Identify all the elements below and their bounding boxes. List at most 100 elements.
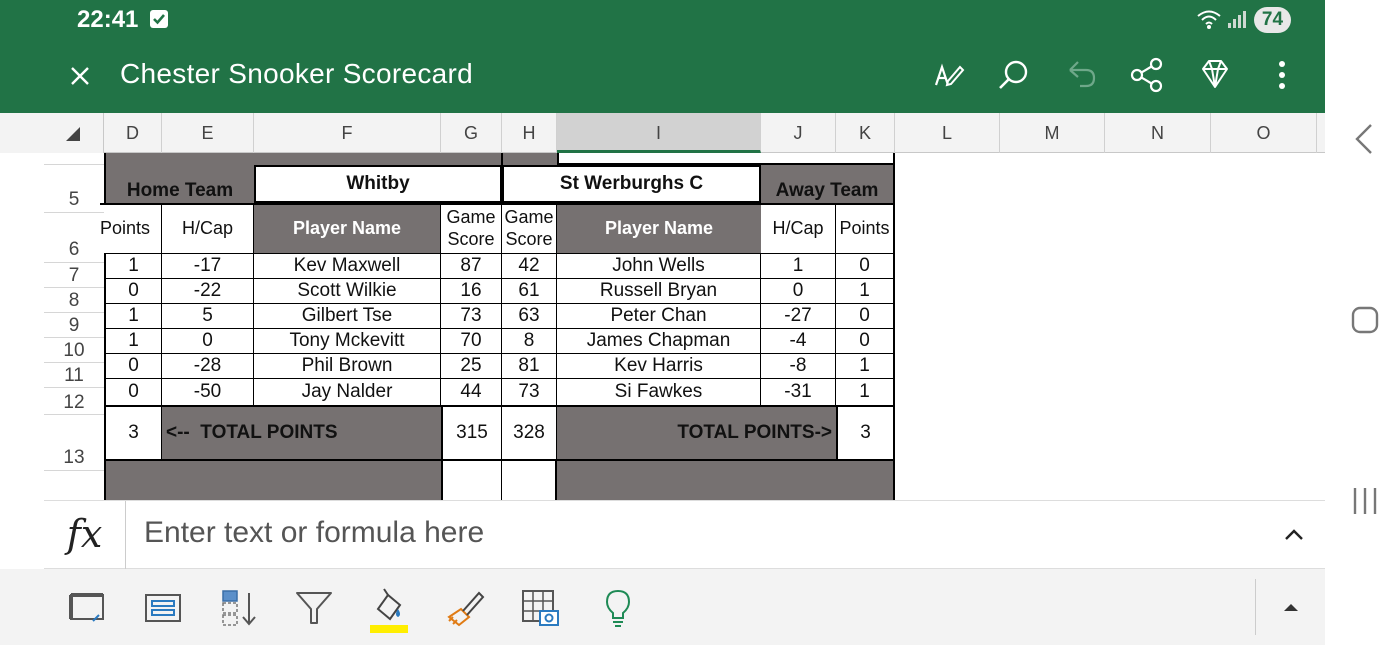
draw-button[interactable]: [928, 55, 968, 95]
header-player-name-left[interactable]: Player Name: [254, 203, 441, 253]
column-header-m[interactable]: M: [1000, 113, 1105, 153]
home-player-name-cell[interactable]: Jay Nalder: [254, 378, 441, 405]
share-button[interactable]: [1127, 55, 1167, 95]
away-points-cell[interactable]: 1: [836, 353, 895, 378]
column-header-g[interactable]: G: [441, 113, 502, 153]
home-team-name[interactable]: Whitby: [254, 165, 502, 203]
home-points-cell[interactable]: 1: [104, 303, 162, 328]
row-header-5[interactable]: 5: [44, 165, 104, 213]
close-button[interactable]: [62, 58, 98, 94]
home-hcap-cell[interactable]: -50: [162, 378, 254, 405]
away-game-score-cell[interactable]: 61: [502, 278, 557, 303]
collapse-toolbar-button[interactable]: [1281, 597, 1301, 622]
home-points-cell[interactable]: 1: [104, 253, 162, 278]
away-player-name-cell[interactable]: Kev Harris: [557, 353, 761, 378]
away-points-cell[interactable]: 0: [836, 303, 895, 328]
total-points-label-left[interactable]: <-- TOTAL POINTS: [162, 405, 441, 461]
away-points-cell[interactable]: 0: [836, 253, 895, 278]
away-game-score-cell[interactable]: 8: [502, 328, 557, 353]
header-player-name-right[interactable]: Player Name: [557, 203, 761, 253]
home-player-name-cell[interactable]: Kev Maxwell: [254, 253, 441, 278]
row-header-10[interactable]: 10: [44, 338, 104, 363]
column-header-f[interactable]: F: [254, 113, 441, 153]
away-team-label[interactable]: Away Team: [761, 165, 895, 203]
row-header-4-partial[interactable]: [44, 153, 104, 165]
ideas-button[interactable]: [597, 587, 639, 629]
away-hcap-cell[interactable]: -8: [761, 353, 836, 378]
header-game-score-g[interactable]: Game Score: [441, 203, 502, 253]
header-points-right[interactable]: Points: [836, 203, 895, 253]
header-game-score-h[interactable]: Game Score: [502, 203, 557, 253]
home-hcap-cell[interactable]: 0: [162, 328, 254, 353]
row-header-12[interactable]: 12: [44, 388, 104, 415]
row-header-11[interactable]: 11: [44, 363, 104, 388]
away-hcap-cell[interactable]: -4: [761, 328, 836, 353]
away-points-cell[interactable]: 1: [836, 278, 895, 303]
home-points-cell[interactable]: 0: [104, 353, 162, 378]
away-game-score-cell[interactable]: 42: [502, 253, 557, 278]
undo-button[interactable]: [1060, 55, 1100, 95]
header-points-left[interactable]: Points: [100, 203, 162, 253]
away-hcap-cell[interactable]: -31: [761, 378, 836, 405]
away-player-name-cell[interactable]: John Wells: [557, 253, 761, 278]
total-home-points[interactable]: 3: [104, 405, 162, 461]
column-header-j[interactable]: J: [761, 113, 836, 153]
footer-cell-g[interactable]: [441, 461, 502, 500]
sort-button[interactable]: [219, 587, 261, 629]
search-button[interactable]: [994, 55, 1034, 95]
column-header-n[interactable]: N: [1105, 113, 1211, 153]
away-player-name-cell[interactable]: Si Fawkes: [557, 378, 761, 405]
away-game-score-cell[interactable]: 81: [502, 353, 557, 378]
total-points-label-right[interactable]: TOTAL POINTS->: [557, 405, 836, 461]
away-hcap-cell[interactable]: 0: [761, 278, 836, 303]
home-nav-button[interactable]: [1350, 305, 1380, 340]
column-header-o[interactable]: O: [1211, 113, 1317, 153]
format-painter-button[interactable]: [445, 587, 487, 629]
home-game-score-cell[interactable]: 25: [441, 353, 502, 378]
fill-color-button[interactable]: [368, 587, 410, 633]
away-player-name-cell[interactable]: Peter Chan: [557, 303, 761, 328]
footer-cell-right[interactable]: [557, 461, 895, 500]
column-header-i[interactable]: I: [557, 113, 761, 153]
home-game-score-cell[interactable]: 44: [441, 378, 502, 405]
home-player-name-cell[interactable]: Tony Mckevitt: [254, 328, 441, 353]
home-game-score-cell[interactable]: 70: [441, 328, 502, 353]
home-hcap-cell[interactable]: -22: [162, 278, 254, 303]
away-points-cell[interactable]: 1: [836, 378, 895, 405]
home-hcap-cell[interactable]: -17: [162, 253, 254, 278]
recents-nav-button[interactable]: [1350, 485, 1380, 522]
home-game-score-cell[interactable]: 16: [441, 278, 502, 303]
spreadsheet-grid[interactable]: D E F G H I J K L M N O 5 6 7 8 9 10 11 …: [0, 113, 1325, 500]
away-game-score-cell[interactable]: 63: [502, 303, 557, 328]
row-header-9[interactable]: 9: [44, 313, 104, 338]
league-header-cell-partial[interactable]: [104, 153, 501, 165]
home-player-name-cell[interactable]: Scott Wilkie: [254, 278, 441, 303]
away-team-name[interactable]: St Werburghs C: [502, 165, 761, 203]
home-player-name-cell[interactable]: Phil Brown: [254, 353, 441, 378]
expand-formula-button[interactable]: [1282, 523, 1306, 552]
away-hcap-cell[interactable]: 1: [761, 253, 836, 278]
footer-cell-left[interactable]: [104, 461, 441, 500]
home-hcap-cell[interactable]: -28: [162, 353, 254, 378]
date-value-cell-partial[interactable]: [557, 153, 895, 165]
header-hcap-left[interactable]: H/Cap: [162, 203, 254, 253]
formula-input[interactable]: Enter text or formula here: [144, 516, 484, 550]
row-header-6[interactable]: 6: [44, 213, 104, 263]
home-points-cell[interactable]: 0: [104, 278, 162, 303]
home-game-score-cell[interactable]: 73: [441, 303, 502, 328]
date-label-cell-partial[interactable]: [501, 153, 557, 165]
back-nav-button[interactable]: [1349, 122, 1379, 161]
select-all-corner[interactable]: [0, 113, 104, 153]
row-header-7[interactable]: 7: [44, 263, 104, 288]
row-header-13[interactable]: 13: [44, 415, 104, 471]
away-points-cell[interactable]: 0: [836, 328, 895, 353]
away-hcap-cell[interactable]: -27: [761, 303, 836, 328]
insert-table-picture-button[interactable]: [520, 587, 562, 629]
away-game-score-cell[interactable]: 73: [502, 378, 557, 405]
column-header-k[interactable]: K: [836, 113, 895, 153]
freeze-panes-button[interactable]: [67, 587, 109, 629]
home-team-label[interactable]: Home Team: [104, 165, 254, 203]
row-header-8[interactable]: 8: [44, 288, 104, 313]
footer-cell-h[interactable]: [502, 461, 557, 500]
column-header-e[interactable]: E: [162, 113, 254, 153]
